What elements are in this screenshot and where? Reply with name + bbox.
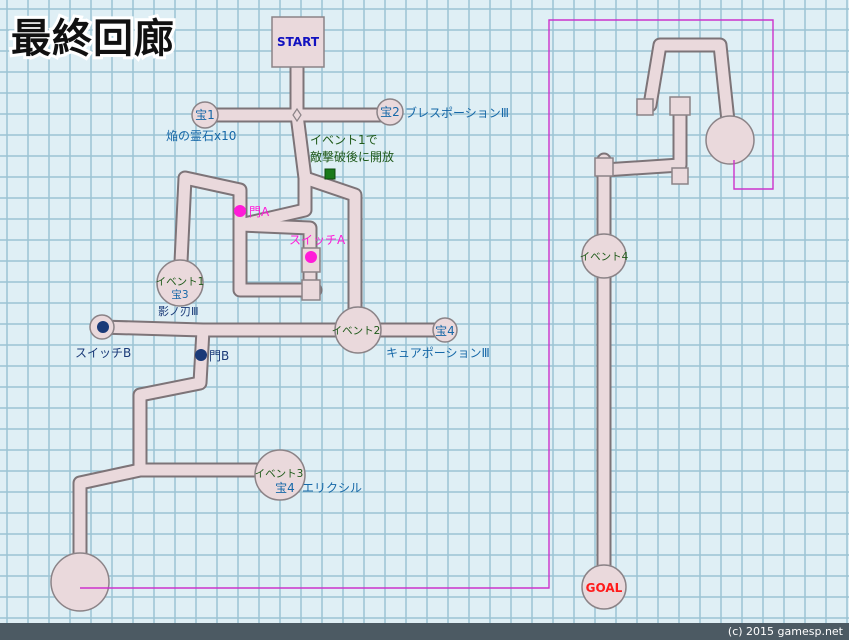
gate-b-marker <box>195 349 207 361</box>
barrier-marker <box>324 168 336 180</box>
copyright-credit: (c) 2015 gamesp.net <box>727 625 843 638</box>
treasure2-label: 宝2 <box>380 105 400 119</box>
treasure1-item-label: 焔の霊石x10 <box>166 129 236 143</box>
switch-b-marker <box>97 321 109 333</box>
event4-north-room <box>594 157 614 177</box>
treasure2-item-label: ブレスポーションⅢ <box>405 105 509 120</box>
event1-label: イベント1 <box>156 276 205 288</box>
event4-label: イベント4 <box>580 251 629 263</box>
northeast-room <box>705 115 755 165</box>
northeast-west-room <box>636 98 654 116</box>
switch-a-alcove-lower <box>301 279 321 301</box>
event3-label: イベント3 <box>255 468 304 480</box>
treasure4-east-item-label: キュアポーションⅢ <box>386 346 490 360</box>
event2-label: イベント2 <box>332 325 381 337</box>
treasure4-east-label: 宝4 <box>435 324 455 338</box>
footer-bar: (c) 2015 gamesp.net <box>0 623 849 640</box>
treasure3-label: 宝3 <box>171 288 188 301</box>
switch-b-label: スイッチB <box>75 346 131 360</box>
treasure3-item-label: 影ノ刃Ⅲ <box>158 305 199 318</box>
start-label: START <box>277 35 320 49</box>
dungeon-map: START 宝1 焔の霊石x10 宝2 ブレスポーションⅢ イベント1で 敵撃破… <box>0 0 849 640</box>
goal-label: GOAL <box>586 581 623 595</box>
gate-a-marker <box>234 205 246 217</box>
southwest-room <box>50 552 110 612</box>
treasure4-south-label: 宝4 <box>275 481 295 495</box>
switch-a-marker <box>305 251 317 263</box>
map-title: 最終回廊 <box>11 16 175 62</box>
event1-note-line1: イベント1で <box>310 133 378 147</box>
northeast-corner-room <box>671 167 689 185</box>
treasure1-label: 宝1 <box>195 108 215 122</box>
switch-a-label: スイッチA <box>289 233 346 247</box>
event1-note-line2: 敵撃破後に開放 <box>310 149 394 164</box>
treasure4-south-item-label: エリクシル <box>302 481 362 495</box>
gate-b-label: 門B <box>209 349 229 363</box>
northeast-bend-room <box>669 96 691 116</box>
gate-a-label: 門A <box>249 205 270 219</box>
